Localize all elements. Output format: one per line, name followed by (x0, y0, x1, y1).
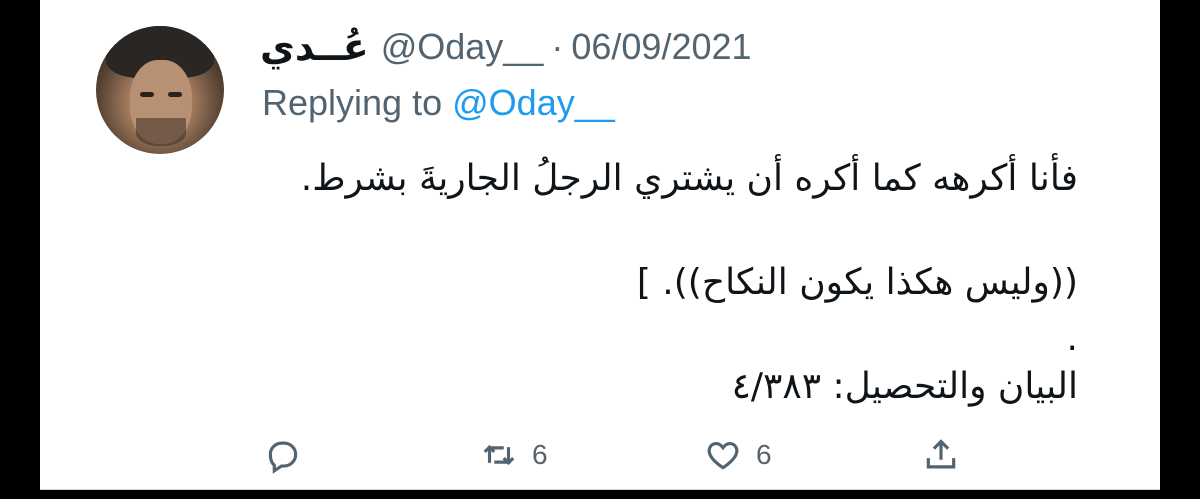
share-button[interactable] (922, 436, 974, 474)
retweet-count: 6 (532, 439, 548, 470)
replying-prefix: Replying to (262, 82, 443, 123)
tweet-header: عُــدي @Oday__ · 06/09/2021 (260, 22, 752, 72)
avatar-eye (168, 92, 182, 97)
display-name[interactable]: عُــدي (260, 25, 369, 69)
replying-to: Replying to @Oday__ (262, 82, 615, 124)
tweet-text-line: فأنا أكرهه كما أكره أن يشتري الرجلُ الجا… (300, 158, 1078, 199)
avatar[interactable] (96, 26, 224, 154)
like-button[interactable]: 6 (704, 436, 772, 474)
heart-icon (707, 442, 739, 470)
reply-button[interactable] (264, 436, 316, 474)
user-handle[interactable]: @Oday__ (381, 26, 544, 68)
dot-separator: · (551, 26, 564, 67)
tweet-text-line: البيان والتحصيل: ٤/٣٨٣ (731, 366, 1078, 407)
reply-icon (268, 441, 298, 474)
tweet-text-line: ((وليس هكذا يكون النكاح)). ] (636, 262, 1078, 303)
tweet-date[interactable]: 06/09/2021 (571, 26, 751, 68)
action-bar: 6 6 (40, 436, 1160, 486)
share-icon (926, 439, 956, 469)
avatar-beard (136, 118, 186, 146)
avatar-eye (140, 92, 154, 97)
retweet-icon (483, 444, 515, 466)
tweet-text-line: . (1066, 318, 1078, 359)
like-count: 6 (756, 439, 772, 470)
retweet-button[interactable]: 6 (480, 436, 548, 474)
tweet-card[interactable]: عُــدي @Oday__ · 06/09/2021 Replying to … (40, 0, 1160, 490)
replying-mention-link[interactable]: @Oday__ (452, 82, 615, 123)
